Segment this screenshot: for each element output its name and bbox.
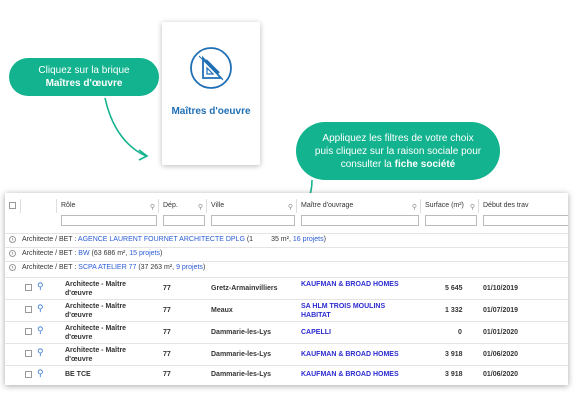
row-checkbox[interactable]	[25, 371, 32, 378]
magnifier-icon[interactable]: ⚲	[37, 281, 44, 292]
row-checkbox[interactable]	[25, 350, 32, 357]
magnifier-icon[interactable]: ⚲	[37, 368, 44, 379]
select-all-checkbox[interactable]	[9, 202, 16, 209]
maitre-ouvrage-link[interactable]: KAUFMAN & BROAD HOMES	[301, 351, 399, 358]
header-ville[interactable]: Ville ⚲	[207, 199, 297, 213]
expand-icon[interactable]: ›	[9, 264, 16, 271]
header-role[interactable]: Rôle ⚲	[57, 199, 159, 213]
company-link[interactable]: SCPA ATELIER 77	[78, 264, 136, 271]
filter-dep-input[interactable]	[163, 215, 205, 226]
filter-icon: ⚲	[197, 204, 203, 211]
header-maitre-ouvrage[interactable]: Maître d'ouvrage ⚲	[297, 199, 421, 213]
row-checkbox[interactable]	[25, 328, 32, 335]
filter-row	[5, 215, 568, 227]
maitre-ouvrage-link[interactable]: CAPELLI	[301, 329, 331, 336]
filter-role-input[interactable]	[61, 215, 157, 226]
row-checkbox[interactable]	[25, 284, 32, 291]
company-link[interactable]: BW	[78, 250, 89, 257]
expand-icon[interactable]: ›	[9, 250, 16, 257]
magnifier-icon[interactable]: ⚲	[37, 347, 44, 358]
filter-icon: ⚲	[149, 204, 155, 211]
table-row[interactable]: ⚲ Architecte - Maître d'œuvre 77 Dammari…	[5, 321, 568, 343]
header-select	[5, 199, 21, 213]
filter-debut-input[interactable]	[483, 215, 568, 226]
row-checkbox[interactable]	[25, 306, 32, 313]
table-row[interactable]: ⚲ Architecte - Maître d'œuvre 77 Meaux S…	[5, 299, 568, 321]
expand-icon[interactable]: ›	[9, 236, 16, 243]
header-debut[interactable]: Début des trav	[479, 199, 568, 213]
maitre-ouvrage-link[interactable]: KAUFMAN & BROAD HOMES	[301, 281, 399, 288]
table-row[interactable]: ⚲ Architecte - Maître d'œuvre 77 Gretz-A…	[5, 277, 568, 299]
group-row[interactable]: › Architecte / BET : SCPA ATELIER 77 (37…	[5, 261, 568, 274]
table-row[interactable]: ⚲ Architecte - Maître d'œuvre 77 Dammari…	[5, 343, 568, 365]
maitre-ouvrage-link[interactable]: SA HLM TROIS MOULINS	[301, 303, 385, 310]
filter-mo-input[interactable]	[301, 215, 419, 226]
company-link[interactable]: AGENCE LAURENT FOURNET ARCHITECTE DPLG	[78, 236, 245, 243]
magnifier-icon[interactable]: ⚲	[37, 325, 44, 336]
filter-icon: ⚲	[287, 204, 293, 211]
maitre-ouvrage-link[interactable]: KAUFMAN & BROAD HOMES	[301, 371, 399, 378]
filter-icon: ⚲	[469, 204, 475, 211]
group-row[interactable]: › Architecte / BET : BW (63 686 m², 15 p…	[5, 247, 568, 260]
magnifier-icon[interactable]: ⚲	[37, 303, 44, 314]
filter-ville-input[interactable]	[211, 215, 295, 226]
filter-surface-input[interactable]	[425, 215, 477, 226]
table-row[interactable]: ⚲ BE TCE 77 Dammarie-les-Lys KAUFMAN & B…	[5, 365, 568, 385]
header-surface[interactable]: Surface (m²) ⚲	[421, 199, 479, 213]
group-row[interactable]: › Architecte / BET : AGENCE LAURENT FOUR…	[5, 233, 568, 246]
filter-icon: ⚲	[411, 204, 417, 211]
header-dep[interactable]: Dép. ⚲	[159, 199, 207, 213]
arrow-to-tile	[104, 97, 147, 157]
results-grid: Rôle ⚲ Dép. ⚲ Ville ⚲ Maître d'ouvrage ⚲ Sur…	[5, 193, 568, 385]
grid-header: Rôle ⚲ Dép. ⚲ Ville ⚲ Maître d'ouvrage ⚲ Sur…	[5, 199, 568, 213]
